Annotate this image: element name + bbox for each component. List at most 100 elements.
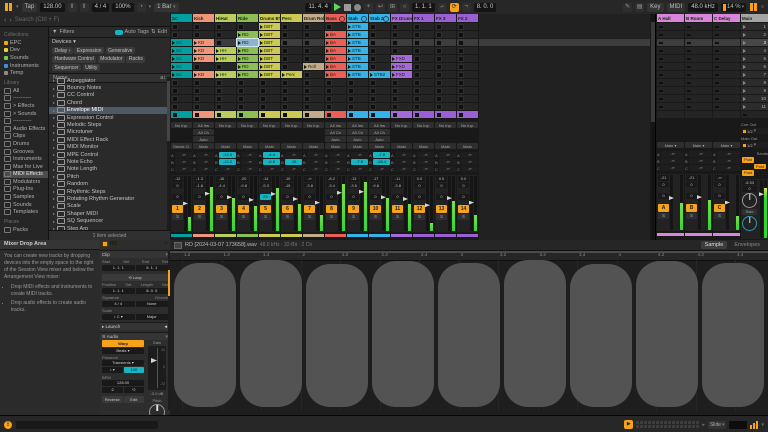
clip-slot[interactable]: HH bbox=[215, 47, 236, 54]
return-stop-slot[interactable] bbox=[713, 111, 740, 118]
clip-stop-button[interactable] bbox=[217, 97, 221, 101]
expand-icon[interactable]: ▸ bbox=[53, 174, 55, 179]
scene-launch-button[interactable]: 5 bbox=[741, 55, 768, 62]
clip-stop-button[interactable] bbox=[371, 25, 375, 29]
clip-slot-empty[interactable] bbox=[413, 23, 434, 30]
pad-cell[interactable] bbox=[652, 425, 655, 428]
device-item[interactable]: ▸Pitch bbox=[49, 173, 167, 180]
volume-value[interactable]: -8.2 bbox=[326, 176, 337, 182]
clip-slot-empty[interactable] bbox=[325, 79, 346, 86]
clip-slot-empty[interactable] bbox=[391, 23, 412, 30]
clip-stop-button[interactable] bbox=[217, 105, 221, 109]
pad-cell[interactable] bbox=[660, 421, 663, 424]
clip-stop-button[interactable] bbox=[437, 41, 441, 45]
clip-slot-empty[interactable] bbox=[215, 23, 236, 30]
clip-slot[interactable]: FXD bbox=[391, 71, 412, 78]
device-item[interactable]: ▸Random bbox=[49, 180, 167, 187]
nudge-down-button[interactable]: ‖ bbox=[68, 3, 77, 12]
pad-cell[interactable] bbox=[684, 425, 687, 428]
pan-value[interactable]: -3.8 bbox=[304, 183, 315, 189]
clip-stop-button[interactable] bbox=[459, 49, 463, 53]
clip-slot-empty[interactable] bbox=[391, 103, 412, 110]
send-amount[interactable]: -∞ bbox=[461, 159, 478, 165]
expand-icon[interactable]: ▸ bbox=[53, 159, 55, 164]
pan-dial-value[interactable]: 0 bbox=[436, 194, 447, 200]
main-out-select[interactable]: 1/2▾ bbox=[741, 142, 768, 148]
edit-button[interactable]: Edit bbox=[124, 396, 145, 403]
clip-slot[interactable]: BA bbox=[325, 71, 346, 78]
send-amount[interactable]: -7.8 bbox=[373, 152, 390, 158]
clip-slot-empty[interactable] bbox=[215, 31, 236, 38]
track-header[interactable]: Bass bbox=[325, 14, 346, 22]
clip-slot-empty[interactable] bbox=[435, 87, 456, 94]
clip-slot-empty[interactable] bbox=[457, 71, 478, 78]
loop-length-field[interactable]: 8. 0. 0 bbox=[474, 3, 497, 12]
clip-slot-empty[interactable] bbox=[435, 95, 456, 102]
device-item[interactable]: ▸Rhythmic Steps bbox=[49, 188, 167, 195]
clip-play-icon[interactable] bbox=[260, 73, 263, 77]
pad-cell[interactable] bbox=[676, 421, 679, 424]
device-item[interactable]: ▸Melodic Steps bbox=[49, 121, 167, 128]
clip-play-icon[interactable] bbox=[172, 49, 175, 53]
solo-button[interactable]: S bbox=[686, 213, 697, 219]
pan-value[interactable]: 0 bbox=[414, 183, 425, 189]
clip-stop-button[interactable] bbox=[305, 41, 309, 45]
send-amount[interactable]: -∞ bbox=[285, 152, 302, 158]
clip-stop-button[interactable] bbox=[415, 97, 419, 101]
stop-button[interactable] bbox=[344, 4, 351, 11]
scene-play-icon[interactable] bbox=[743, 89, 746, 93]
pad-cell[interactable] bbox=[640, 421, 643, 424]
send-amount[interactable]: -∞ bbox=[329, 159, 346, 165]
clip-stop-button[interactable] bbox=[217, 33, 221, 37]
clip-play-icon[interactable] bbox=[326, 41, 329, 45]
return-track-header[interactable]: B Room bbox=[685, 14, 712, 22]
clip-play-icon[interactable] bbox=[348, 57, 351, 61]
clip-slot-empty[interactable] bbox=[435, 55, 456, 62]
clip-slot[interactable]: DBT bbox=[259, 55, 280, 62]
solo-button[interactable]: S bbox=[172, 214, 183, 220]
collection-item[interactable]: EPC bbox=[3, 39, 50, 47]
clip-stop-button[interactable] bbox=[415, 89, 419, 93]
clip-slot[interactable]: HH bbox=[215, 55, 236, 62]
clip-stop-button[interactable] bbox=[415, 25, 419, 29]
io-routing-select[interactable]: All Ch bbox=[325, 129, 346, 135]
clip-play-icon[interactable] bbox=[326, 33, 329, 37]
send-amount[interactable]: -7.8 bbox=[351, 159, 368, 165]
clip-play-icon[interactable] bbox=[326, 57, 329, 61]
clip-stop-button[interactable] bbox=[305, 105, 309, 109]
clip-stop-button[interactable] bbox=[459, 81, 463, 85]
clip-stop-button[interactable] bbox=[239, 25, 243, 29]
clip-slot-empty[interactable] bbox=[391, 79, 412, 86]
pad-cell[interactable] bbox=[656, 425, 659, 428]
clip-play-icon[interactable] bbox=[260, 49, 263, 53]
track-header[interactable]: Stab 2 bbox=[369, 14, 390, 22]
clip-slot-empty[interactable] bbox=[457, 39, 478, 46]
stop-clips-button[interactable] bbox=[457, 111, 478, 118]
send-amount[interactable]: -13.5 bbox=[219, 152, 236, 158]
clip-start-field[interactable]: 1. 1. 1 bbox=[102, 265, 135, 271]
clip-stop-button[interactable] bbox=[305, 97, 309, 101]
clip-slot[interactable]: BA bbox=[325, 31, 346, 38]
clip-stop-button[interactable] bbox=[327, 25, 331, 29]
clip-slot[interactable]: KD bbox=[193, 47, 214, 54]
stop-clips-button[interactable] bbox=[369, 111, 390, 118]
expand-icon[interactable]: ▸ bbox=[53, 108, 55, 113]
clip-stop-button[interactable] bbox=[459, 89, 463, 93]
follow-button[interactable]: ▶ bbox=[624, 420, 633, 429]
io-routing-select[interactable]: Auto bbox=[347, 136, 368, 142]
clip-slot-empty[interactable] bbox=[435, 31, 456, 38]
edit-sort-icon[interactable]: ⇅ bbox=[151, 29, 156, 35]
clip-play-icon[interactable] bbox=[216, 73, 219, 77]
clip-stop-button[interactable] bbox=[283, 105, 287, 109]
clip-stop-button[interactable] bbox=[173, 81, 177, 85]
expand-icon[interactable]: ▸ bbox=[53, 137, 55, 142]
clip-stop-button[interactable] bbox=[371, 65, 375, 69]
stop-clips-button[interactable] bbox=[413, 111, 434, 118]
clip-slot-empty[interactable] bbox=[281, 95, 302, 102]
clip-play-icon[interactable] bbox=[282, 73, 285, 77]
clip-stop-button[interactable] bbox=[393, 33, 397, 37]
scene-launch-button[interactable]: 6 bbox=[741, 63, 768, 70]
clip-stop-button[interactable] bbox=[261, 105, 265, 109]
midi-map-button[interactable]: MIDI bbox=[667, 3, 686, 12]
pan-dial-value[interactable]: 0 bbox=[216, 194, 227, 200]
